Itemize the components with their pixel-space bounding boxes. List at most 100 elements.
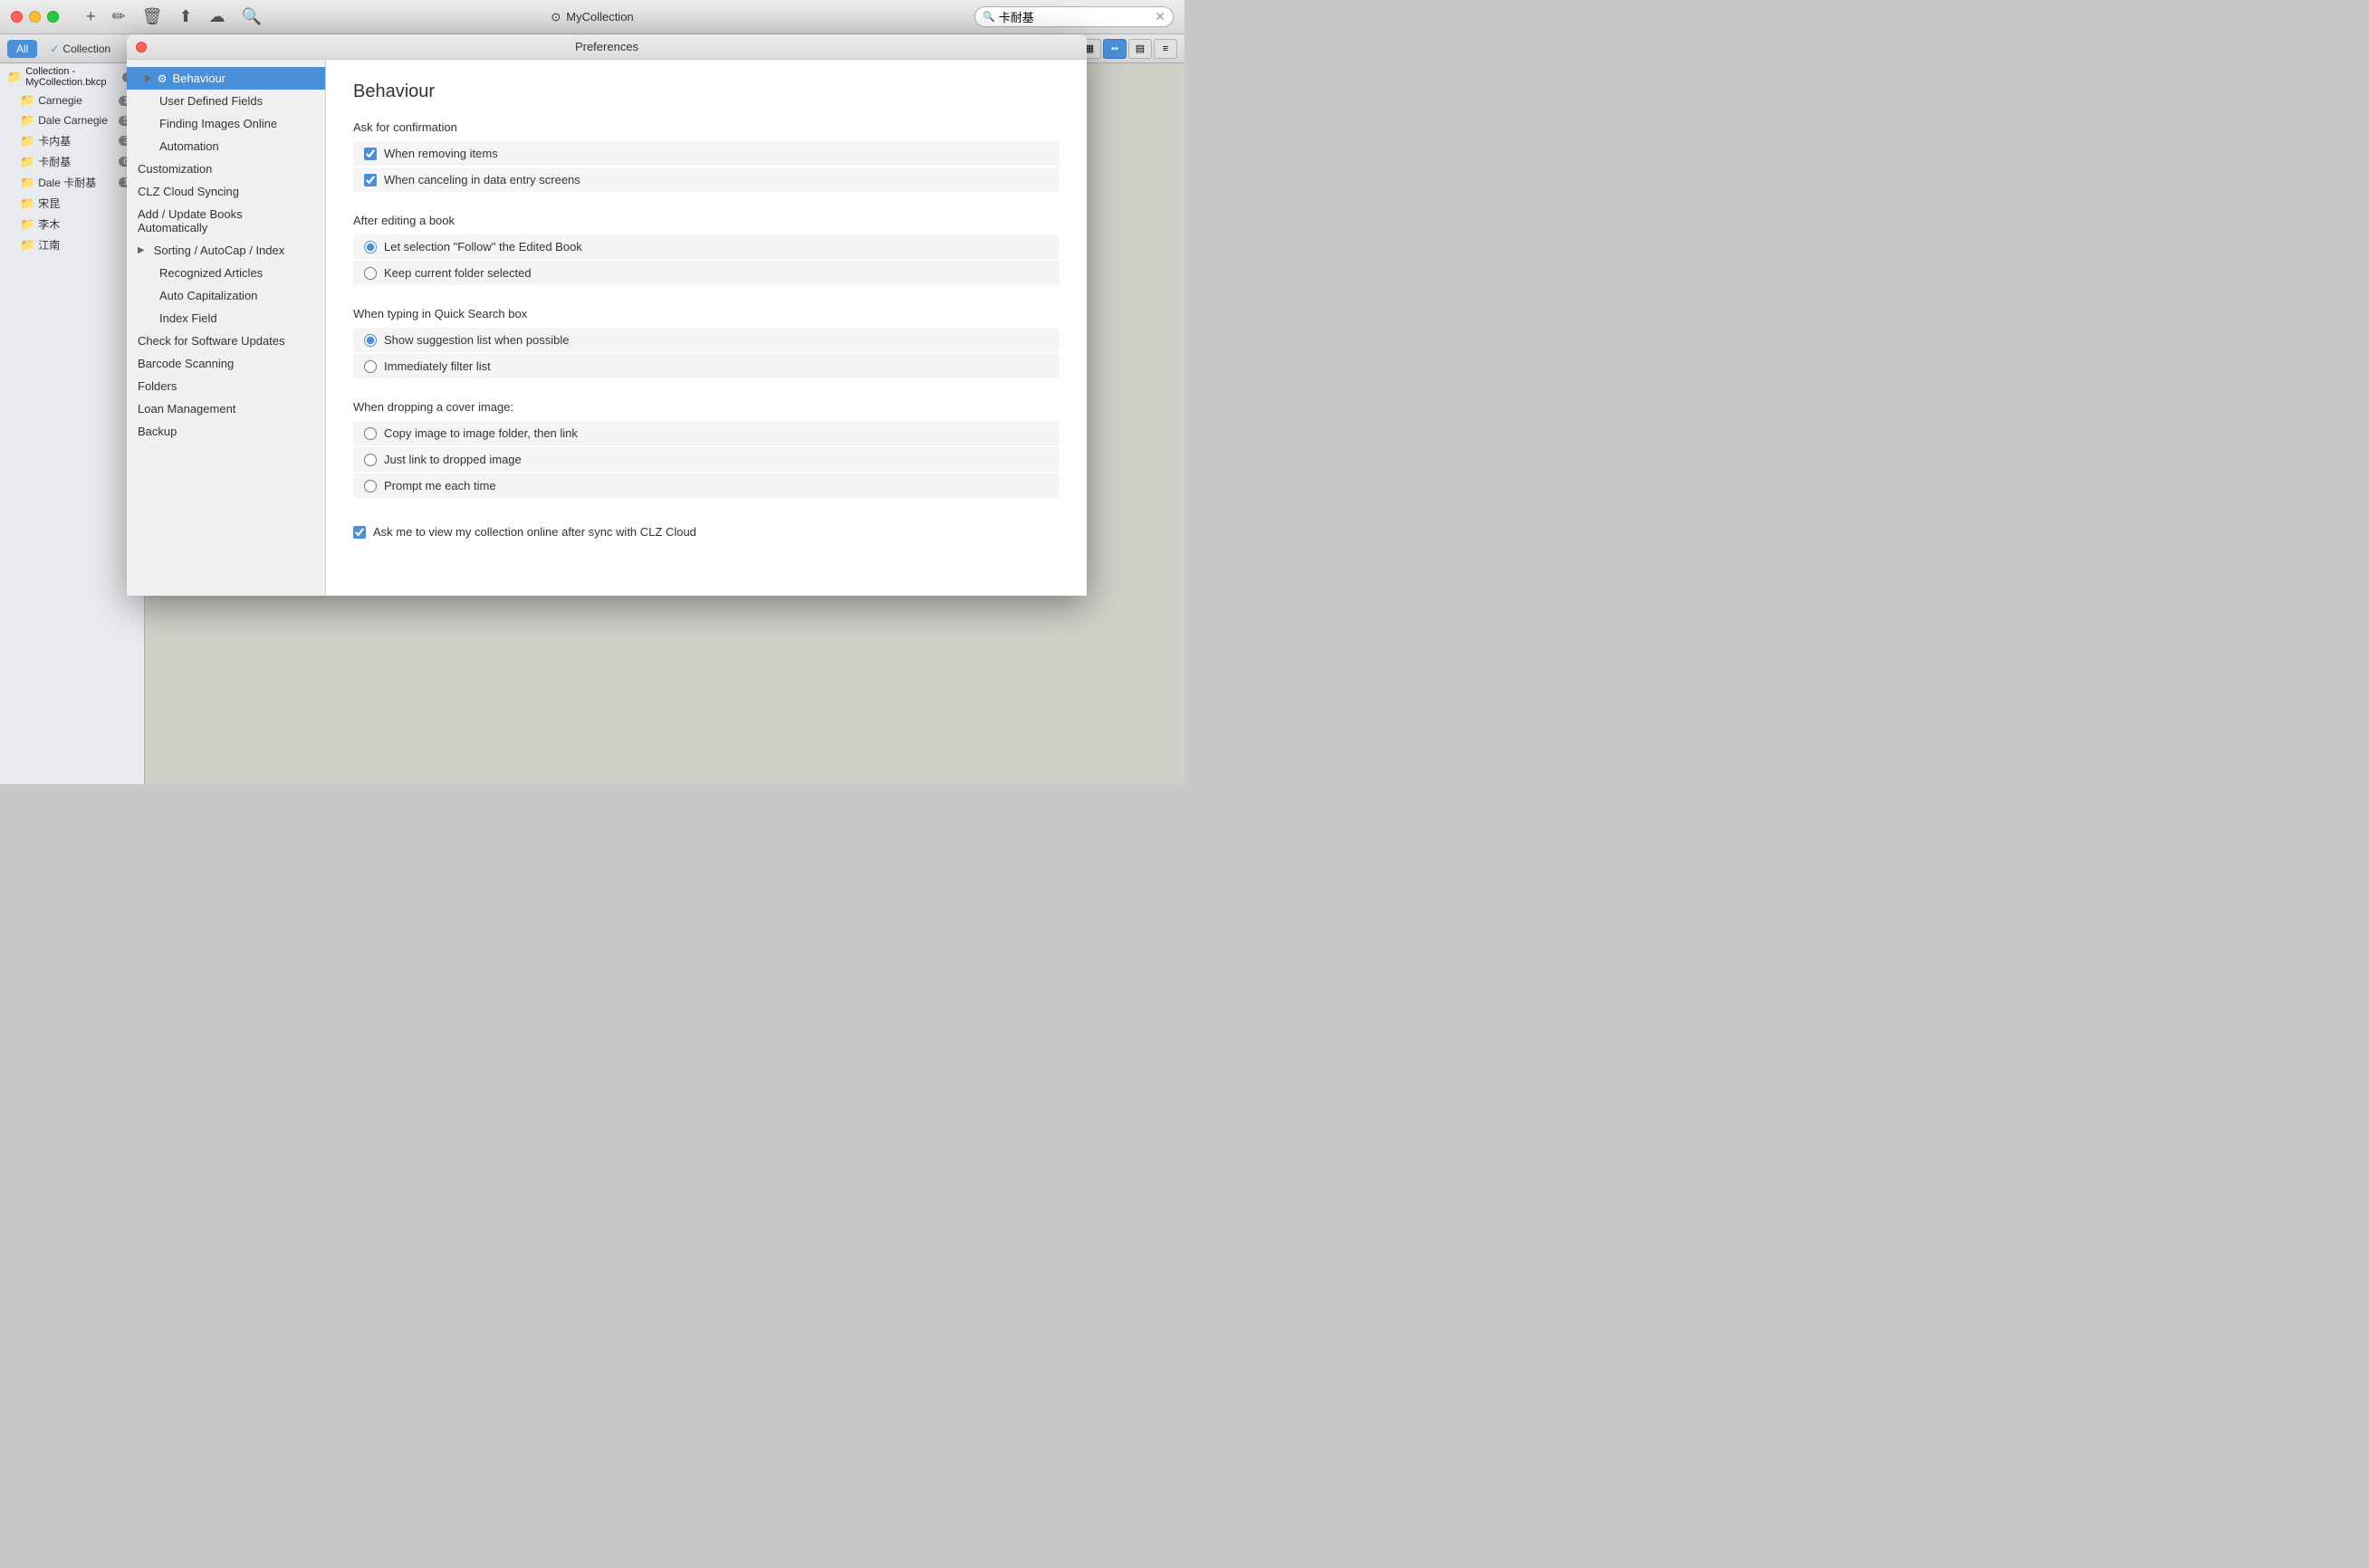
pref-option-text-removing: When removing items: [384, 147, 498, 160]
edit-button[interactable]: ✏: [112, 7, 126, 26]
window-controls: [11, 11, 59, 23]
view-toggle: ▦ ▪▪ ▤ ≡: [1078, 39, 1177, 59]
search-bar[interactable]: 🔍 ✕: [974, 6, 1174, 27]
preferences-body: ▶ ⚙ Behaviour User Defined Fields Findin…: [127, 60, 1087, 596]
delete-button[interactable]: 🗑: [142, 7, 163, 26]
pref-group-after-edit: After editing a book Let selection "Foll…: [353, 214, 1060, 285]
pref-option-keep-folder: Keep current folder selected: [353, 261, 1060, 285]
pref-option-follow: Let selection "Follow" the Edited Book: [353, 234, 1060, 259]
sidebar-item-dale-carnegie[interactable]: 📁 Dale Carnegie 5: [0, 110, 144, 130]
pref-nav-recognized[interactable]: Recognized Articles: [127, 262, 325, 284]
view-btn-list1[interactable]: ▤: [1128, 39, 1152, 59]
radio-follow[interactable]: [364, 241, 377, 253]
folder-icon: 📁: [20, 113, 34, 128]
add-button[interactable]: +: [86, 7, 96, 26]
close-button[interactable]: [11, 11, 23, 23]
radio-keep-folder[interactable]: [364, 267, 377, 280]
pref-nav-loan[interactable]: Loan Management: [127, 397, 325, 420]
radio-filter[interactable]: [364, 360, 377, 373]
pref-group-label-quick-search: When typing in Quick Search box: [353, 307, 1060, 320]
radio-just-link[interactable]: [364, 454, 377, 466]
folder-icon: 📁: [20, 93, 34, 108]
preferences-close-button[interactable]: [136, 42, 147, 53]
toolbar: + ✏ 🗑 ⬆ ☁ 🔍: [86, 7, 262, 26]
sidebar-item-songkun[interactable]: 📁 宋昆: [0, 193, 144, 214]
pref-group-quick-search: When typing in Quick Search box Show sug…: [353, 307, 1060, 378]
sidebar-item-limu[interactable]: 📁 李木: [0, 214, 144, 234]
folder-icon: 📁: [20, 196, 34, 211]
preferences-dialog: Preferences ▶ ⚙ Behaviour User Defined F…: [127, 34, 1087, 596]
sidebar-collection-header[interactable]: 📁 Collection - MyCollection.bkcp 8: [0, 63, 144, 91]
checkbox-clz-sync[interactable]: [353, 526, 366, 539]
pref-option-text-keep-folder: Keep current folder selected: [384, 266, 532, 280]
pref-nav-finding-images[interactable]: Finding Images Online: [127, 112, 325, 135]
pref-nav-backup[interactable]: Backup: [127, 420, 325, 443]
sidebar-item-dale-kaneiji[interactable]: 📁 Dale 卡耐基 1: [0, 172, 144, 193]
pref-group-clz-sync: Ask me to view my collection online afte…: [353, 520, 1060, 544]
pref-option-text-just-link: Just link to dropped image: [384, 453, 522, 466]
pref-group-confirmation: Ask for confirmation When removing items…: [353, 120, 1060, 192]
pref-nav-sorting[interactable]: ▶ Sorting / AutoCap / Index: [127, 239, 325, 262]
radio-prompt[interactable]: [364, 480, 377, 492]
pref-nav-clz[interactable]: CLZ Cloud Syncing: [127, 180, 325, 203]
sidebar-item-kaneiji[interactable]: 📁 卡耐基 6: [0, 151, 144, 172]
pref-option-text-follow: Let selection "Follow" the Edited Book: [384, 240, 582, 253]
sidebar: 📁 Collection - MyCollection.bkcp 8 📁 Car…: [0, 63, 145, 784]
triangle-icon: ▶: [138, 245, 145, 255]
search-input[interactable]: [999, 10, 1152, 24]
pref-option-prompt: Prompt me each time: [353, 473, 1060, 498]
upload-button[interactable]: ⬆: [178, 7, 192, 26]
pref-nav-barcode[interactable]: Barcode Scanning: [127, 352, 325, 375]
pref-content-title: Behaviour: [353, 81, 1060, 102]
sidebar-items: 📁 Carnegie 1 📁 Dale Carnegie 5 📁 卡内基 3 📁…: [0, 91, 144, 255]
pref-nav-add-update[interactable]: Add / Update Books Automatically: [127, 203, 325, 239]
radio-suggestion[interactable]: [364, 334, 377, 347]
pref-option-clz-sync: Ask me to view my collection online afte…: [353, 520, 1060, 544]
pref-option-removing: When removing items: [353, 141, 1060, 166]
sidebar-item-carnegie[interactable]: 📁 Carnegie 1: [0, 91, 144, 110]
app-icon: ⊙: [551, 10, 561, 24]
clear-search-icon[interactable]: ✕: [1155, 9, 1165, 24]
view-btn-list2[interactable]: ≡: [1154, 39, 1177, 59]
preferences-sidebar: ▶ ⚙ Behaviour User Defined Fields Findin…: [127, 60, 326, 596]
minimize-button[interactable]: [29, 11, 41, 23]
sidebar-folder-icon: 📁: [7, 70, 22, 84]
pref-nav-index[interactable]: Index Field: [127, 307, 325, 330]
pref-nav-check-updates[interactable]: Check for Software Updates: [127, 330, 325, 352]
search-button[interactable]: 🔍: [242, 7, 262, 26]
pref-nav-autocap[interactable]: Auto Capitalization: [127, 284, 325, 307]
pref-group-label-after-edit: After editing a book: [353, 214, 1060, 227]
radio-copy-image[interactable]: [364, 427, 377, 440]
pref-option-text-canceling: When canceling in data entry screens: [384, 173, 580, 186]
folder-icon: 📁: [20, 238, 34, 253]
pref-option-text-filter: Immediately filter list: [384, 359, 491, 373]
tab-collection[interactable]: ✓ Collection: [41, 40, 120, 58]
sidebar-item-kanei[interactable]: 📁 卡内基 3: [0, 130, 144, 151]
title-bar: + ✏ 🗑 ⬆ ☁ 🔍 ⊙ MyCollection 🔍 ✕: [0, 0, 1184, 34]
triangle-icon: ▶: [145, 73, 152, 83]
pref-group-cover-drop: When dropping a cover image: Copy image …: [353, 400, 1060, 498]
cloud-button[interactable]: ☁: [209, 7, 225, 26]
pref-nav-folders[interactable]: Folders: [127, 375, 325, 397]
folder-icon: 📁: [20, 176, 34, 190]
checkbox-canceling[interactable]: [364, 174, 377, 186]
preferences-content: Behaviour Ask for confirmation When remo…: [326, 60, 1087, 596]
maximize-button[interactable]: [47, 11, 59, 23]
pref-group-label-confirmation: Ask for confirmation: [353, 120, 1060, 134]
pref-nav-customization[interactable]: Customization: [127, 158, 325, 180]
pref-nav-behaviour[interactable]: ▶ ⚙ Behaviour: [127, 67, 325, 90]
pref-nav-automation[interactable]: Automation: [127, 135, 325, 158]
tab-all[interactable]: All: [7, 40, 37, 58]
pref-option-suggestion: Show suggestion list when possible: [353, 328, 1060, 352]
pref-option-text-copy-image: Copy image to image folder, then link: [384, 426, 578, 440]
pref-option-canceling: When canceling in data entry screens: [353, 167, 1060, 192]
pref-group-label-cover-drop: When dropping a cover image:: [353, 400, 1060, 414]
pref-nav-user-defined[interactable]: User Defined Fields: [127, 90, 325, 112]
preferences-title: Preferences: [575, 40, 638, 53]
preferences-titlebar: Preferences: [127, 34, 1087, 60]
view-btn-cover[interactable]: ▪▪: [1103, 39, 1127, 59]
sidebar-item-jiangnan[interactable]: 📁 江南: [0, 234, 144, 255]
pref-option-text-suggestion: Show suggestion list when possible: [384, 333, 570, 347]
checkbox-removing[interactable]: [364, 148, 377, 160]
pref-option-text-clz-sync: Ask me to view my collection online afte…: [373, 525, 696, 539]
